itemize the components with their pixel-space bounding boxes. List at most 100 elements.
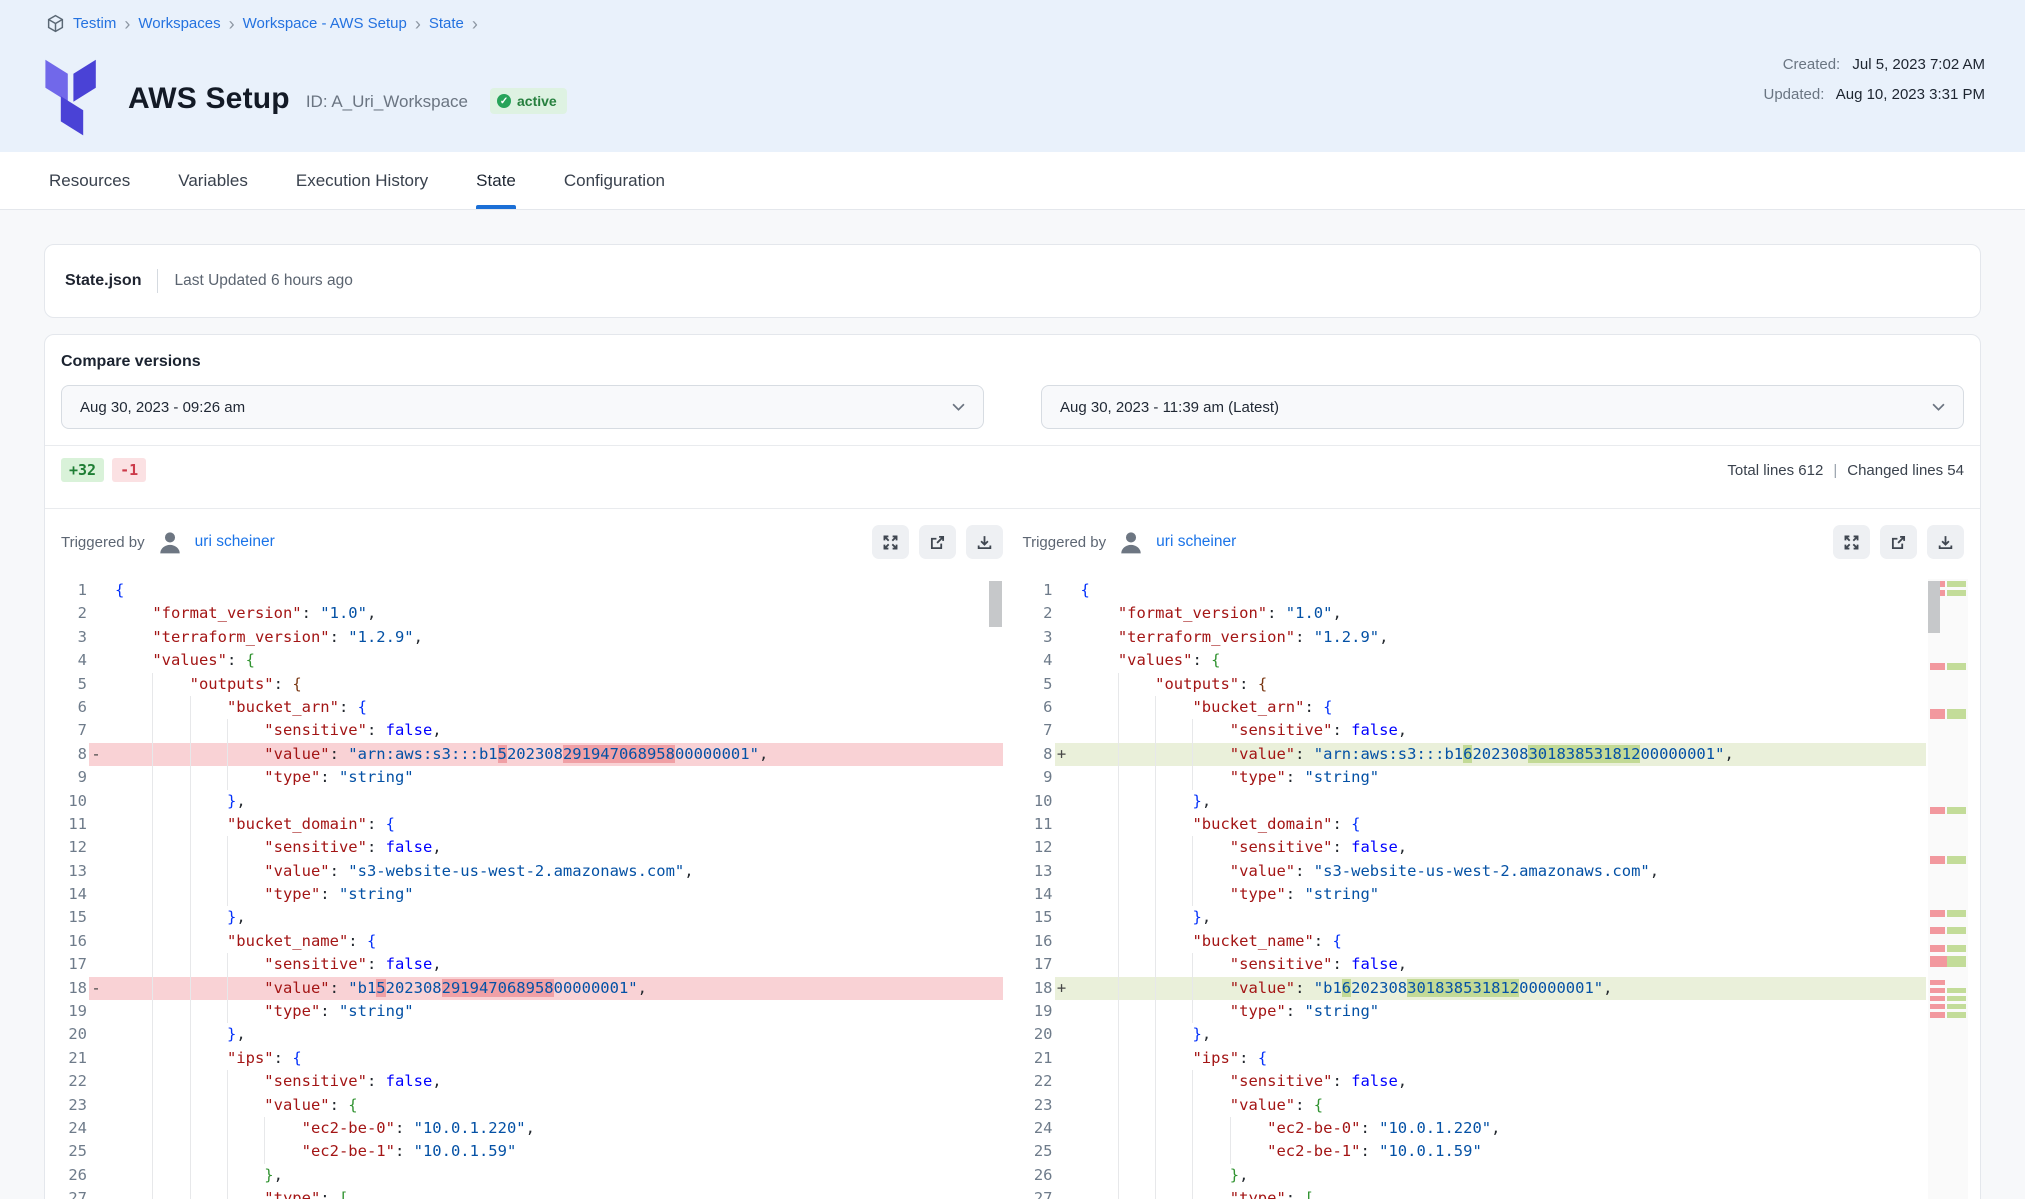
line-number: 21 — [57, 1047, 89, 1070]
version-select-right[interactable]: Aug 30, 2023 - 11:39 am (Latest) — [1041, 385, 1964, 429]
indent-guide — [190, 719, 191, 742]
line-sign — [1055, 790, 1069, 813]
code-line: 14"type": "string" — [1023, 883, 1969, 906]
indent-guide — [152, 1047, 153, 1070]
chevron-down-icon — [952, 403, 965, 411]
line-sign — [89, 1117, 103, 1140]
ruler-added-marker — [1947, 988, 1966, 993]
line-sign — [89, 1164, 103, 1187]
ruler-added-marker — [1947, 581, 1966, 587]
line-number: 19 — [1023, 1000, 1055, 1023]
triggered-by-user-link[interactable]: uri scheiner — [1156, 533, 1236, 551]
line-sign — [89, 930, 103, 953]
indent-guide — [1118, 860, 1119, 883]
line-number: 6 — [57, 696, 89, 719]
indent-guide — [190, 1094, 191, 1117]
line-number: 18 — [57, 977, 89, 1000]
code-line: 24"ec2-be-0": "10.0.1.220", — [57, 1117, 1003, 1140]
code-line: 10}, — [1023, 790, 1969, 813]
indent-guide — [1118, 1140, 1119, 1163]
workspace-id: ID: A_Uri_Workspace — [306, 92, 468, 112]
line-number: 13 — [1023, 860, 1055, 883]
chevron-down-icon — [1932, 403, 1945, 411]
indent-guide — [152, 1140, 153, 1163]
breadcrumb: Testim › Workspaces › Workspace - AWS Se… — [46, 14, 478, 33]
breadcrumb-item-testim[interactable]: Testim — [73, 15, 116, 32]
code-line: 13"value": "s3-website-us-west-2.amazona… — [1023, 860, 1969, 883]
breadcrumb-item-workspace-aws-setup[interactable]: Workspace - AWS Setup — [243, 15, 407, 32]
indent-guide — [1192, 860, 1193, 883]
diff-pane-right[interactable]: 1{2"format_version": "1.0",3"terraform_v… — [1023, 579, 1969, 1199]
main-content: State.json Last Updated 6 hours ago Comp… — [0, 210, 2025, 1199]
line-number: 25 — [1023, 1140, 1055, 1163]
indent-guide — [152, 860, 153, 883]
fullscreen-button[interactable] — [1833, 525, 1870, 559]
last-updated-text: Last Updated 6 hours ago — [174, 272, 352, 290]
line-number: 1 — [1023, 579, 1055, 602]
indent-guide — [1155, 1094, 1156, 1117]
line-sign — [89, 696, 103, 719]
indent-guide — [1118, 953, 1119, 976]
breadcrumb-separator: › — [415, 15, 421, 33]
open-in-new-tab-button[interactable] — [1880, 525, 1917, 559]
diff-pane-left[interactable]: 1{2"format_version": "1.0",3"terraform_v… — [57, 579, 1003, 1199]
line-number: 12 — [1023, 836, 1055, 859]
indent-guide — [1230, 1117, 1231, 1140]
code-line: 26}, — [57, 1164, 1003, 1187]
tab-state[interactable]: State — [476, 152, 516, 209]
line-number: 1 — [57, 579, 89, 602]
ruler-added-marker — [1947, 807, 1966, 814]
indent-guide — [152, 673, 153, 696]
scrollbar[interactable] — [989, 581, 1002, 627]
version-select-left[interactable]: Aug 30, 2023 - 09:26 am — [61, 385, 984, 429]
breadcrumb-separator: › — [124, 15, 130, 33]
indent-guide — [227, 1187, 228, 1199]
indent-guide — [1192, 1140, 1193, 1163]
line-number: 2 — [57, 602, 89, 625]
avatar — [1118, 529, 1144, 555]
code-line: 23"value": { — [1023, 1094, 1969, 1117]
ruler-removed-marker — [1930, 910, 1945, 917]
breadcrumb-item-workspaces[interactable]: Workspaces — [138, 15, 220, 32]
code-line: 17"sensitive": false, — [1023, 953, 1969, 976]
state-file-bar: State.json Last Updated 6 hours ago — [44, 244, 1981, 318]
fullscreen-button[interactable] — [872, 525, 909, 559]
indent-guide — [1192, 977, 1193, 1000]
line-number: 10 — [1023, 790, 1055, 813]
tab-configuration[interactable]: Configuration — [564, 152, 665, 209]
scrollbar[interactable] — [1928, 581, 1940, 633]
tab-resources[interactable]: Resources — [49, 152, 130, 209]
compare-versions-heading: Compare versions — [61, 353, 1964, 371]
indent-guide — [190, 1164, 191, 1187]
line-sign — [1055, 696, 1069, 719]
line-sign — [89, 1000, 103, 1023]
download-button[interactable] — [1927, 525, 1964, 559]
line-number: 24 — [57, 1117, 89, 1140]
indent-guide — [1118, 977, 1119, 1000]
download-button[interactable] — [966, 525, 1003, 559]
line-number: 15 — [1023, 906, 1055, 929]
tab-execution-history[interactable]: Execution History — [296, 152, 428, 209]
indent-guide — [1192, 766, 1193, 789]
line-number: 27 — [1023, 1187, 1055, 1199]
ruler-added-marker — [1947, 1012, 1966, 1018]
indent-guide — [1155, 906, 1156, 929]
indent-guide — [1118, 1094, 1119, 1117]
ruler-added-marker — [1947, 996, 1966, 1001]
code-line: 27"type": [ — [57, 1187, 1003, 1199]
indent-guide — [1118, 719, 1119, 742]
ruler-removed-marker — [1930, 663, 1945, 670]
indent-guide — [152, 883, 153, 906]
code-line: 11"bucket_domain": { — [57, 813, 1003, 836]
removed-lines-badge: -1 — [112, 458, 146, 482]
triggered-by-user-link[interactable]: uri scheiner — [195, 533, 275, 551]
tab-variables[interactable]: Variables — [178, 152, 248, 209]
open-in-new-tab-button[interactable] — [919, 525, 956, 559]
line-number: 8 — [1023, 743, 1055, 766]
code-line: 1{ — [1023, 579, 1969, 602]
code-line: 9"type": "string" — [57, 766, 1003, 789]
breadcrumb-item-state[interactable]: State — [429, 15, 464, 32]
indent-guide — [227, 1164, 228, 1187]
line-number: 4 — [57, 649, 89, 672]
terraform-logo-icon — [44, 58, 100, 140]
